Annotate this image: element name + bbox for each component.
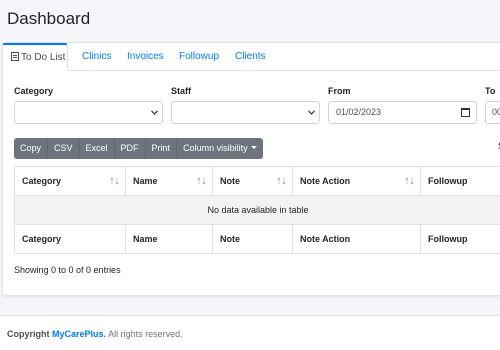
table-row: No data available in table: [14, 195, 500, 225]
col-footer-category: Category: [14, 224, 126, 254]
col-header-note[interactable]: Note: [212, 166, 293, 196]
column-visibility-button[interactable]: Column visibility: [177, 138, 263, 159]
tab-clinics[interactable]: Clinics: [82, 43, 111, 70]
excel-button[interactable]: Excel: [80, 138, 115, 159]
tab-clients[interactable]: Clients: [235, 43, 266, 70]
staff-label: Staff: [171, 86, 191, 96]
copyright-text: Copyright MyCarePlus. All rights reserve…: [7, 329, 183, 339]
col-header-category[interactable]: Category: [14, 166, 126, 196]
sort-icon: [110, 177, 119, 185]
tab-to-do-list[interactable]: To Do List: [2, 43, 68, 71]
todo-table: Category Name Note Note Action Followup …: [14, 166, 500, 254]
csv-button[interactable]: CSV: [48, 138, 80, 159]
tab-label: To Do List: [21, 52, 66, 63]
pdf-button[interactable]: PDF: [115, 138, 146, 159]
col-footer-note-action: Note Action: [292, 224, 421, 254]
to-date-value: 00: [492, 107, 500, 117]
sort-icon: [405, 177, 414, 185]
from-date-value: 01/02/2023: [336, 107, 382, 117]
chevron-down-icon: [151, 110, 158, 115]
from-date-input[interactable]: 01/02/2023: [328, 101, 477, 124]
footer: Copyright MyCarePlus. All rights reserve…: [0, 316, 500, 350]
tab-invoices[interactable]: Invoices: [127, 43, 164, 70]
caret-down-icon: [250, 146, 257, 149]
col-header-label: Name: [133, 176, 158, 186]
copy-button[interactable]: Copy: [14, 138, 49, 159]
table-header-row: Category Name Note Note Action Followup: [14, 166, 500, 196]
col-header-label: Note Action: [300, 176, 351, 186]
from-label: From: [328, 86, 351, 96]
export-button-group: Copy CSV Excel PDF Print Column visibili…: [14, 138, 263, 159]
col-footer-name: Name: [125, 224, 213, 254]
col-footer-followup: Followup: [420, 224, 500, 254]
sort-icon: [277, 177, 286, 185]
to-date-input[interactable]: 00: [485, 101, 500, 124]
category-select[interactable]: [14, 101, 163, 124]
brand-link[interactable]: MyCarePlus.: [52, 329, 106, 339]
table-footer-row: Category Name Note Note Action Followup: [14, 224, 500, 254]
col-footer-note: Note: [212, 224, 293, 254]
copyright-prefix: Copyright: [7, 329, 50, 339]
col-header-note-action[interactable]: Note Action: [292, 166, 421, 196]
sort-icon: [197, 177, 206, 185]
col-header-followup[interactable]: Followup: [420, 166, 500, 196]
staff-select[interactable]: [171, 101, 320, 124]
empty-table-message: No data available in table: [14, 195, 500, 225]
category-label: Category: [14, 86, 54, 96]
col-header-label: Note: [220, 176, 240, 186]
dashboard-card: To Do List Clinics Invoices Followup Cli…: [2, 42, 500, 296]
clipboard-icon: [11, 52, 19, 61]
chevron-down-icon: [308, 110, 315, 115]
col-header-name[interactable]: Name: [125, 166, 213, 196]
column-visibility-label: Column visibility: [183, 143, 248, 153]
page-title: Dashboard: [7, 9, 91, 28]
copyright-suffix: All rights reserved.: [108, 329, 183, 339]
calendar-icon[interactable]: [461, 108, 470, 117]
col-header-label: Category: [22, 176, 62, 186]
print-button[interactable]: Print: [146, 138, 178, 159]
to-label: To: [485, 86, 496, 96]
table-info: Showing 0 to 0 of 0 entries: [14, 265, 121, 275]
tab-followup[interactable]: Followup: [179, 43, 219, 70]
tab-bar: To Do List Clinics Invoices Followup Cli…: [2, 43, 500, 71]
